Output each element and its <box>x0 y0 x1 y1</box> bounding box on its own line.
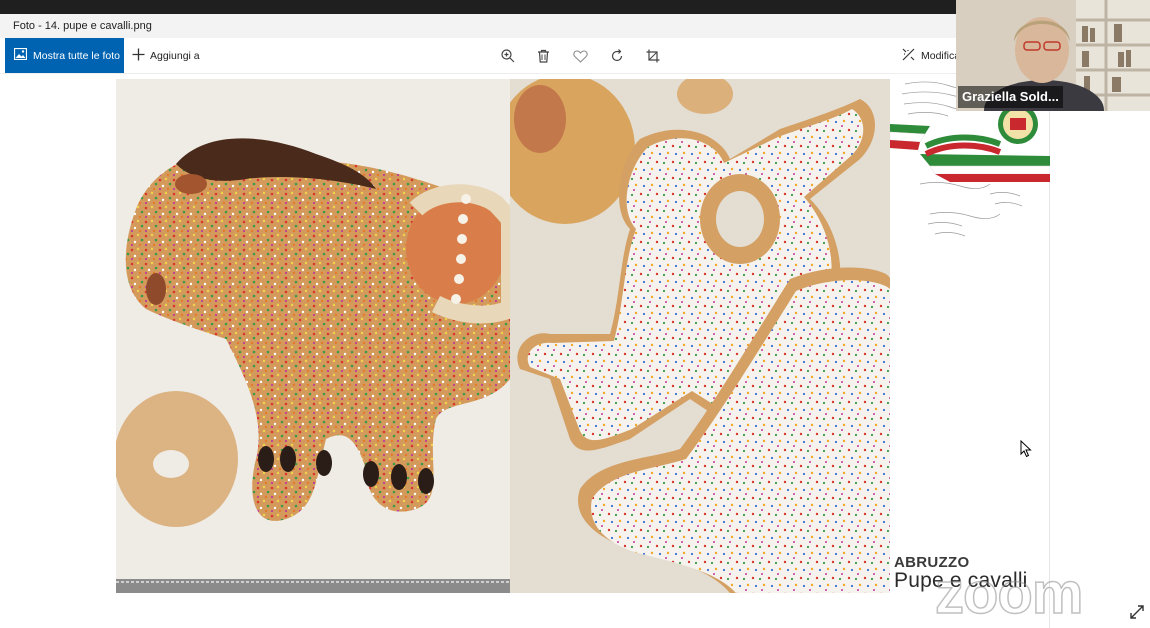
presentation-slide: ABRUZZO Pupe e cavalli zoom <box>0 74 1150 628</box>
add-to-button[interactable]: Aggiungi a <box>132 38 200 73</box>
rotate-icon[interactable] <box>608 47 626 65</box>
participant-video-tile[interactable]: Graziella Sold... <box>956 0 1150 111</box>
photos-toolbar: Mostra tutte le foto Aggiungi a Modifica <box>0 38 960 74</box>
edit-icon <box>902 48 915 64</box>
zoom-screen-share: Foto - 14. pupe e cavalli.png Mostra tut… <box>0 0 1150 628</box>
mouse-pointer-icon <box>1020 440 1032 458</box>
participant-name: Graziella Sold... <box>958 86 1063 108</box>
horse-biscuit-photo <box>116 79 510 593</box>
plus-icon <box>132 48 145 64</box>
doll-biscuit-photo <box>510 79 890 593</box>
photos-icon <box>13 47 28 63</box>
delete-icon[interactable] <box>534 47 552 65</box>
window-title-bar: Foto - 14. pupe e cavalli.png <box>0 14 956 38</box>
show-all-photos-button[interactable]: Mostra tutte le foto <box>5 38 124 73</box>
window-title: Foto - 14. pupe e cavalli.png <box>13 20 152 32</box>
crop-icon[interactable] <box>644 47 662 65</box>
zoom-watermark: zoom <box>934 560 1084 627</box>
expand-icon[interactable] <box>1129 604 1145 620</box>
favorite-icon[interactable] <box>571 47 589 65</box>
show-all-photos-label: Mostra tutte le foto <box>33 49 120 62</box>
add-to-label: Aggiungi a <box>150 49 200 62</box>
zoom-in-icon[interactable] <box>499 47 517 65</box>
edit-label: Modifica <box>921 49 961 62</box>
edit-button[interactable]: Modifica <box>902 38 960 73</box>
